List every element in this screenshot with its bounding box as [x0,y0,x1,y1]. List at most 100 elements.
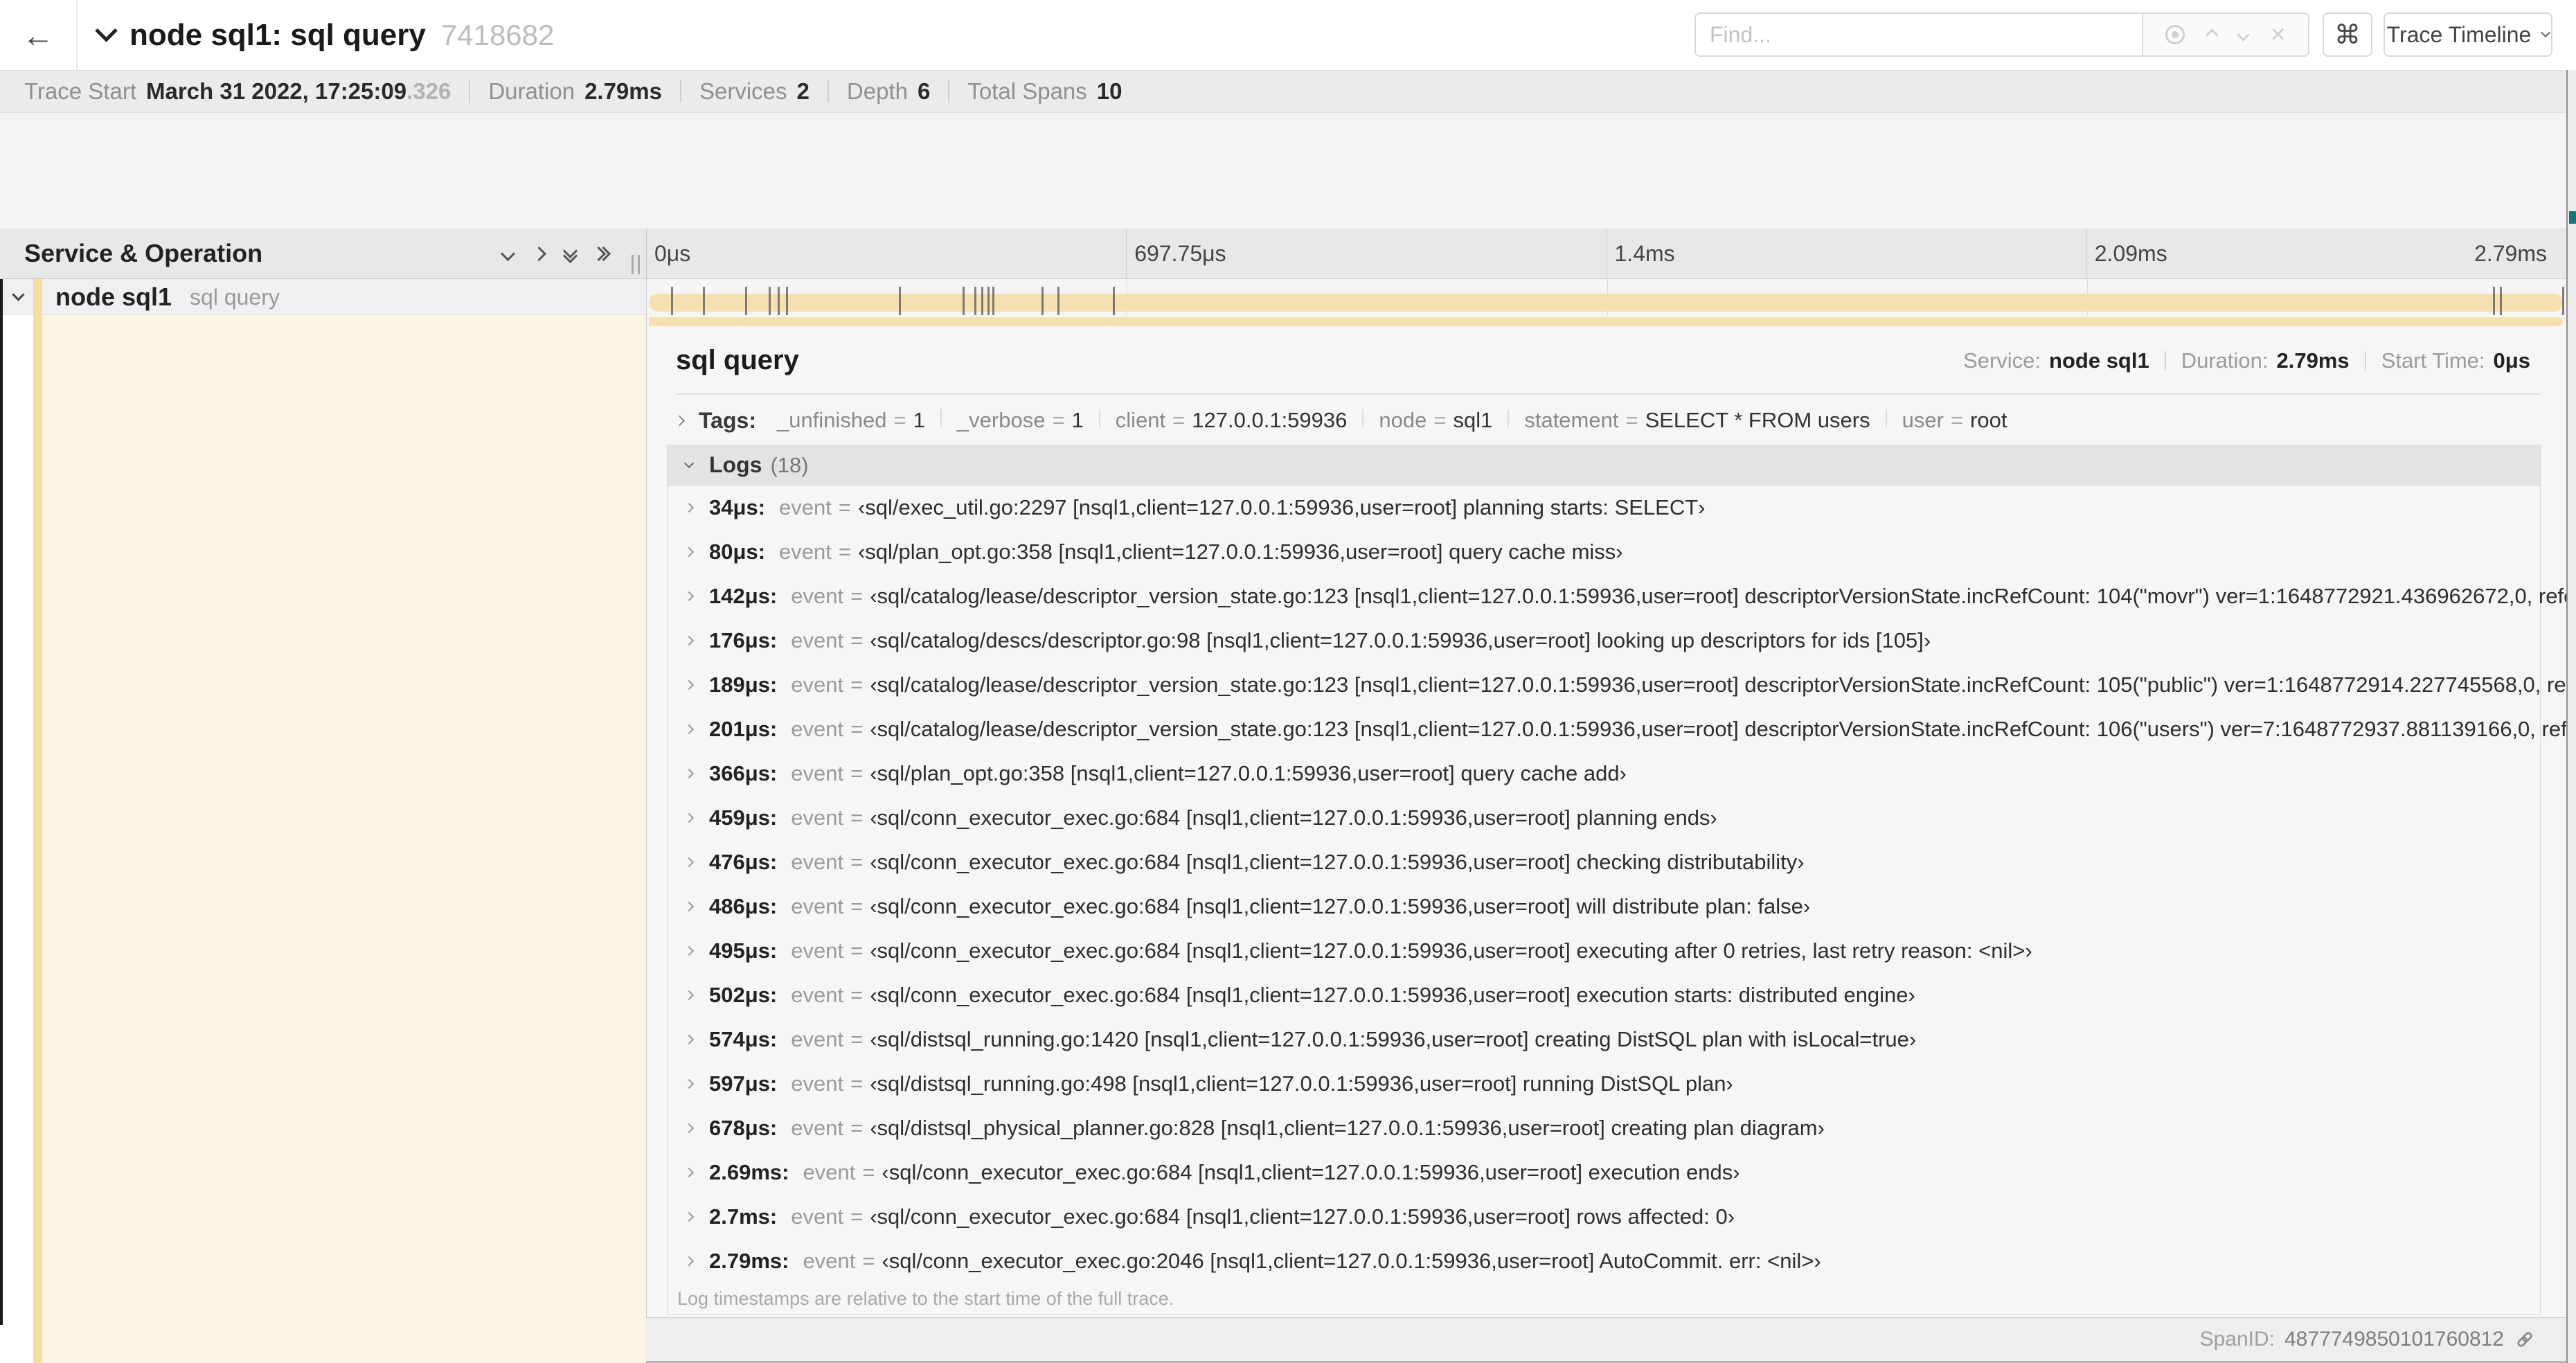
find-prev-icon[interactable] [2206,28,2219,42]
collapse-trace-chevron-icon[interactable] [95,19,118,42]
log-row[interactable]: 80μs: event = ‹sql/plan_opt.go:358 [nsql1,c… [668,530,2540,574]
log-equals: = [862,1249,875,1273]
log-field-value: ‹sql/distsql_running.go:1420 [nsql1,clie… [870,1027,1917,1051]
tags-expand-chevron-icon [674,415,686,426]
locate-icon[interactable] [2165,25,2185,44]
log-equals: = [862,1160,875,1184]
tag-key: user [1902,408,1944,432]
spanid-value: 4877749850101760812 [2284,1328,2504,1351]
minimap-section: 0μs 697.75μs 1.4ms 2.09ms 2.79ms [0,113,2576,323]
log-equals: = [850,805,864,830]
log-timestamp: 142μs: [709,584,778,608]
tag-value: 1 [913,408,925,432]
log-expand-chevron-icon [683,945,695,956]
timeline-tick-label: 1.4ms [1614,240,1675,266]
collapse-all-icon[interactable] [562,243,578,264]
tags-row[interactable]: Tags: _unfinished = 1 _verbose = 1 client = 127.… [674,405,2007,436]
span-detail-title: sql query [676,345,799,375]
log-row[interactable]: 142μs: event = ‹sql/catalog/lease/descripto… [668,574,2576,618]
meta-label: Duration: [2181,348,2269,373]
summary-label: Total Spans [967,78,1087,104]
log-row[interactable]: 34μs: event = ‹sql/exec_util.go:2297 [nsql1… [668,485,2540,530]
log-timestamp: 502μs: [709,983,778,1007]
log-timestamp: 34μs: [709,495,766,519]
log-row[interactable]: 201μs: event = ‹sql/catalog/lease/descripto… [668,707,2576,751]
log-expand-chevron-icon [683,1167,695,1178]
tag-divider [1885,409,1887,427]
log-field-value: ‹sql/plan_opt.go:358 [nsql1,client=127.0… [870,761,1627,785]
log-row[interactable]: 495μs: event = ‹sql/conn_executor_exec.go:6… [668,929,2540,973]
summary-value: 2 [796,78,810,104]
span-row-timeline-cell [646,279,2566,327]
tag-divider [1508,409,1510,427]
log-row[interactable]: 574μs: event = ‹sql/distsql_running.go:1420… [668,1017,2540,1062]
log-field-value: ‹sql/distsql_physical_planner.go:828 [ns… [870,1116,1825,1140]
log-expand-chevron-icon [683,901,695,912]
log-row[interactable]: 678μs: event = ‹sql/distsql_physical_planne… [668,1106,2540,1150]
deep-link-icon[interactable] [2514,1328,2536,1351]
span-collapse-chevron-icon[interactable] [12,288,25,303]
log-row[interactable]: 2.79ms: event = ‹sql/conn_executor_exec.go:… [668,1239,2540,1283]
log-row[interactable]: 486μs: event = ‹sql/conn_executor_exec.go:6… [668,884,2540,929]
tag-equals: = [893,408,906,432]
log-row[interactable]: 189μs: event = ‹sql/catalog/lease/descripto… [668,663,2576,707]
span-row-name-cell[interactable]: node sql1 sql query [0,279,646,315]
trace-title-group: node sql1: sql query 7418682 [95,0,555,70]
log-field-key: event [791,1071,844,1096]
find-input[interactable] [1694,12,2142,57]
trace-id: 7418682 [440,18,555,51]
log-marker-tick [963,287,965,316]
log-row[interactable]: 502μs: event = ‹sql/conn_executor_exec.go:6… [668,973,2540,1017]
summary-value-suffix: .326 [406,78,451,104]
log-row[interactable]: 459μs: event = ‹sql/conn_executor_exec.go:6… [668,796,2540,840]
log-row[interactable]: 597μs: event = ‹sql/distsql_running.go:498 … [668,1062,2540,1106]
trace-summary-bar: Trace Start March 31 2022, 17:25:09.326 D… [0,70,2576,113]
child-span-bar[interactable] [649,317,2563,326]
column-resizer[interactable] [632,255,640,274]
logs-title: Logs [709,452,762,477]
timeline-tick-label: 0μs [654,240,691,266]
log-row[interactable]: 2.7ms: event = ‹sql/conn_executor_exec.go:6… [668,1195,2540,1239]
log-equals: = [850,850,864,874]
log-expand-chevron-icon [683,857,695,868]
keyboard-shortcuts-button[interactable]: ⌘ [2323,12,2372,57]
back-button[interactable]: ← [0,0,78,70]
find-next-icon[interactable] [2237,28,2250,42]
view-selector-label: Trace Timeline [2386,21,2532,47]
expand-all-icon[interactable] [591,246,611,261]
tag-equals: = [1625,408,1638,432]
column-divider [646,229,647,278]
summary-value: 2.79ms [584,78,662,104]
span-row-label[interactable]: node sql1 sql query [55,279,280,315]
log-expand-chevron-icon [683,724,695,735]
log-expand-chevron-icon [683,591,695,602]
log-equals: = [850,983,864,1007]
tag-equals: = [1433,408,1447,432]
log-timestamp: 201μs: [709,717,778,741]
span-duration-bar[interactable] [649,294,2563,312]
find-clear-icon[interactable]: × [2270,21,2285,48]
meta-value: 2.79ms [2276,348,2350,373]
right-scrollbar-rail[interactable] [2566,70,2576,1363]
tag-divider [940,409,942,427]
meta-label: Service: [1963,348,2041,373]
log-field-value: ‹sql/catalog/lease/descriptor_version_st… [870,584,2576,608]
view-selector-button[interactable]: Trace Timeline [2383,12,2552,57]
log-marker-tick [987,287,990,316]
log-equals: = [850,717,864,741]
log-row[interactable]: 2.69ms: event = ‹sql/conn_executor_exec.go:… [668,1150,2540,1195]
logs-header[interactable]: Logs (18) [668,445,2540,485]
log-row[interactable]: 176μs: event = ‹sql/catalog/descs/descripto… [668,618,2540,663]
log-field-key: event [791,761,844,785]
tag-key: _verbose [956,408,1046,432]
log-row[interactable]: 366μs: event = ‹sql/plan_opt.go:358 [nsql1,… [668,751,2540,796]
log-row[interactable]: 476μs: event = ‹sql/conn_executor_exec.go:6… [668,840,2540,884]
collapse-one-icon[interactable] [500,246,516,261]
log-equals: = [850,1071,864,1096]
log-marker-tick [981,287,983,316]
log-equals: = [850,761,864,785]
tag-divider [1098,409,1100,427]
log-equals: = [850,584,864,608]
expand-one-icon[interactable] [531,246,547,261]
log-timestamp: 597μs: [709,1071,778,1096]
